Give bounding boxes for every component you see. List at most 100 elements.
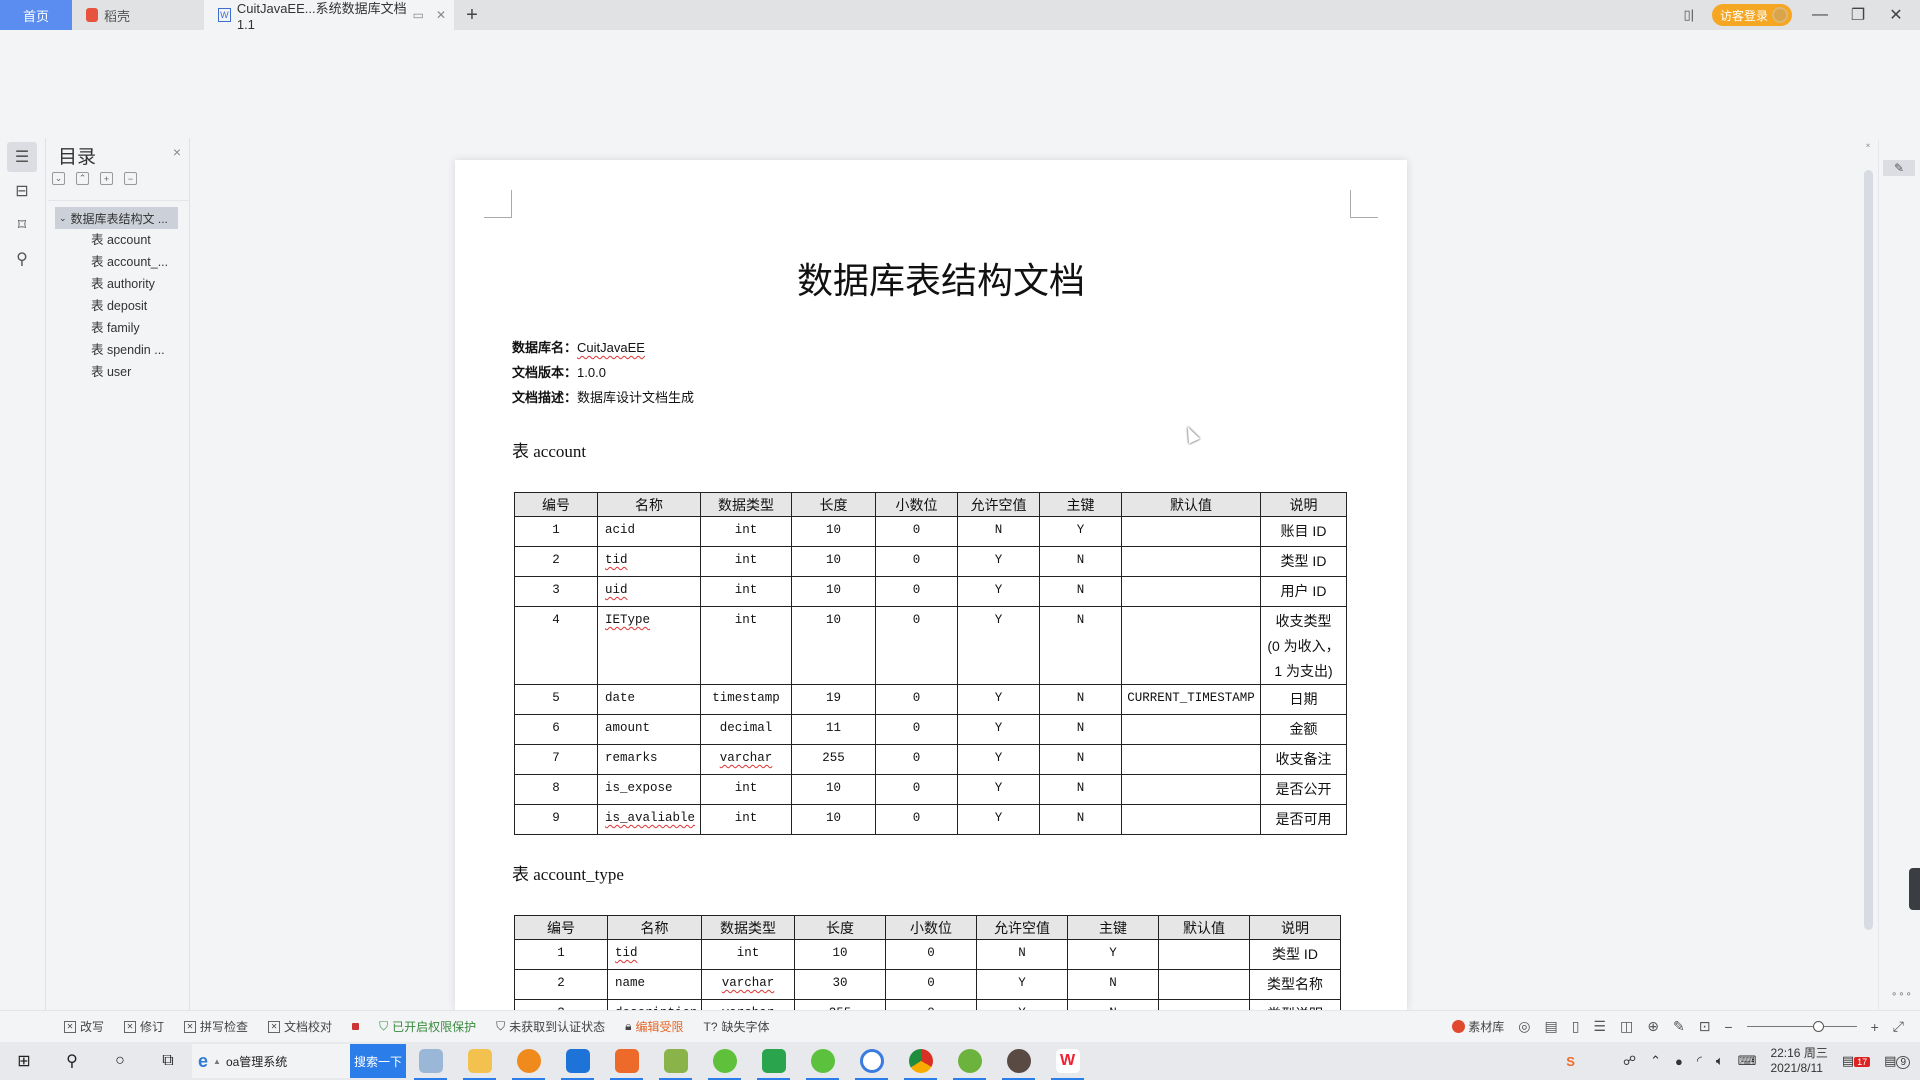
table-cell[interactable]: N <box>1067 969 1159 1000</box>
table-cell[interactable]: 10 <box>791 576 876 607</box>
expand-up-icon[interactable]: ⌃ <box>76 172 89 185</box>
qq-icon[interactable]: ● <box>1675 1054 1683 1069</box>
table-cell[interactable]: int <box>701 939 795 970</box>
search-icon[interactable]: ⚲ <box>7 244 37 274</box>
zoom-slider-knob[interactable] <box>1812 1021 1824 1032</box>
volume-icon[interactable]: 🔈︎ <box>1716 1053 1724 1069</box>
table-cell[interactable]: 0 <box>875 606 958 685</box>
table-cell[interactable]: 6 <box>514 714 598 745</box>
permission-status[interactable]: ⛉ 已开启权限保护 <box>379 1018 476 1035</box>
table-cell[interactable] <box>1121 744 1261 775</box>
fit-page-icon[interactable]: ⊡ <box>1699 1018 1711 1035</box>
hbuilder-icon[interactable] <box>749 1042 798 1080</box>
table-cell[interactable]: 10 <box>791 546 876 577</box>
table-cell[interactable]: 10 <box>791 606 876 685</box>
document-page[interactable]: 数据库表结构文档 数据库名：CuitJavaEE 文档版本：1.0.0 文档描述… <box>455 160 1407 1030</box>
table-cell[interactable]: N <box>1039 546 1122 577</box>
new-tab-button[interactable]: + <box>454 0 490 30</box>
table-cell[interactable] <box>1121 774 1261 805</box>
table-cell[interactable]: int <box>700 546 792 577</box>
notepad-icon[interactable] <box>406 1042 455 1080</box>
cortana-icon[interactable]: ○ <box>96 1042 144 1080</box>
table-cell[interactable]: N <box>1039 804 1122 835</box>
toc-item[interactable]: 表 deposit <box>48 295 190 317</box>
toc-root-item[interactable]: ⌄ 数据库表结构文 ... <box>55 207 178 229</box>
table-cell[interactable]: timestamp <box>700 684 792 715</box>
proofread-toggle[interactable]: ✕ 文档校对 <box>268 1018 332 1035</box>
table-cell[interactable]: 是否可用 <box>1260 804 1347 835</box>
table-cell[interactable]: 255 <box>791 744 876 775</box>
wifi-icon[interactable]: ◜ <box>1697 1053 1702 1069</box>
table-cell[interactable]: is_avaliable <box>597 804 701 835</box>
table-cell[interactable]: 收支备注 <box>1260 744 1347 775</box>
table-cell[interactable]: Y <box>957 774 1040 805</box>
more-icon[interactable]: ∘∘∘ <box>1891 989 1913 1000</box>
table-cell[interactable]: 账目 ID <box>1260 516 1347 547</box>
vertical-scrollbar[interactable]: ⌅ <box>1862 140 1874 1010</box>
web-view-icon[interactable]: ⊕ <box>1647 1018 1659 1035</box>
table-cell[interactable]: Y <box>957 804 1040 835</box>
section-nav-icon[interactable]: ⊟ <box>7 176 37 206</box>
green-app-icon[interactable] <box>700 1042 749 1080</box>
table-cell[interactable]: N <box>1039 576 1122 607</box>
record-button[interactable] <box>352 1023 360 1030</box>
table-cell[interactable]: remarks <box>597 744 701 775</box>
table-cell[interactable]: int <box>700 516 792 547</box>
toc-item[interactable]: 表 spendin ... <box>48 339 190 361</box>
table-cell[interactable]: 类型名称 <box>1249 969 1341 1000</box>
table-cell[interactable] <box>1121 576 1261 607</box>
table-cell[interactable]: int <box>700 576 792 607</box>
table-cell[interactable]: is_expose <box>597 774 701 805</box>
close-icon[interactable]: × <box>173 144 181 160</box>
layout-icon[interactable]: ▯| <box>1683 7 1694 23</box>
minimize-button[interactable]: — <box>1810 6 1830 24</box>
table-cell[interactable]: IEType <box>597 606 701 685</box>
spring-icon[interactable] <box>945 1042 994 1080</box>
clock[interactable]: 22:16 周三 2021/8/11 <box>1770 1046 1827 1076</box>
video-app-icon[interactable] <box>553 1042 602 1080</box>
table-cell[interactable]: 是否公开 <box>1260 774 1347 805</box>
table-cell[interactable]: N <box>1039 774 1122 805</box>
table-cell[interactable]: 7 <box>514 744 598 775</box>
table-cell[interactable] <box>1158 969 1250 1000</box>
scroll-top-icon[interactable]: ⌅ <box>1862 140 1874 149</box>
toc-item[interactable]: 表 account <box>48 229 190 251</box>
tab-document[interactable]: W CuitJavaEE...系统数据库文档1.1 ▭ ✕ <box>204 0 454 32</box>
table-cell[interactable]: 0 <box>875 576 958 607</box>
table-cell[interactable]: 0 <box>885 969 977 1000</box>
show-hidden-icon[interactable]: ⌃ <box>1650 1053 1661 1069</box>
table-cell[interactable]: N <box>1039 744 1122 775</box>
table-cell[interactable]: 类型 ID <box>1249 939 1341 970</box>
toc-item[interactable]: 表 account_... <box>48 251 190 273</box>
keyboard-icon[interactable]: ⌨ <box>1738 1053 1757 1069</box>
list-view-icon[interactable]: ☰ <box>1593 1018 1606 1035</box>
table-cell[interactable]: 10 <box>791 774 876 805</box>
i4-icon[interactable] <box>847 1042 896 1080</box>
scroll-thumb[interactable] <box>1864 170 1873 930</box>
browser-search-box[interactable]: e ▲ oa管理系统 <box>192 1044 350 1078</box>
zoom-in-button[interactable]: + <box>1871 1019 1879 1035</box>
table-cell[interactable]: 2 <box>514 546 598 577</box>
remove-heading-icon[interactable]: − <box>124 172 137 185</box>
file-explorer-icon[interactable] <box>455 1042 504 1080</box>
tab-home[interactable]: 首页 <box>0 0 72 30</box>
chevron-down-icon[interactable]: ⌄ <box>59 213 67 224</box>
close-window-button[interactable]: ✕ <box>1886 5 1906 25</box>
table-cell[interactable]: N <box>957 516 1040 547</box>
zoom-out-button[interactable]: − <box>1724 1019 1732 1035</box>
spellcheck-toggle[interactable]: ✕ 拼写检查 <box>184 1018 248 1035</box>
table-cell[interactable]: uid <box>597 576 701 607</box>
table-cell[interactable]: tid <box>597 546 701 577</box>
eye-protection-icon[interactable]: ◎ <box>1518 1018 1530 1035</box>
material-library-button[interactable]: 素材库 <box>1452 1018 1504 1035</box>
table-cell[interactable]: date <box>597 684 701 715</box>
table-cell[interactable] <box>1121 804 1261 835</box>
search-icon[interactable]: ⚲ <box>48 1042 96 1080</box>
toc-item[interactable]: 表 family <box>48 317 190 339</box>
table-cell[interactable]: 10 <box>794 939 886 970</box>
auth-status[interactable]: ⛉ 未获取到认证状态 <box>496 1018 605 1035</box>
pen-view-icon[interactable]: ✎ <box>1673 1018 1685 1035</box>
action-center-icon[interactable]: ▤ 9 <box>1884 1053 1910 1069</box>
table-cell[interactable]: 0 <box>885 939 977 970</box>
table-cell[interactable]: N <box>1039 684 1122 715</box>
